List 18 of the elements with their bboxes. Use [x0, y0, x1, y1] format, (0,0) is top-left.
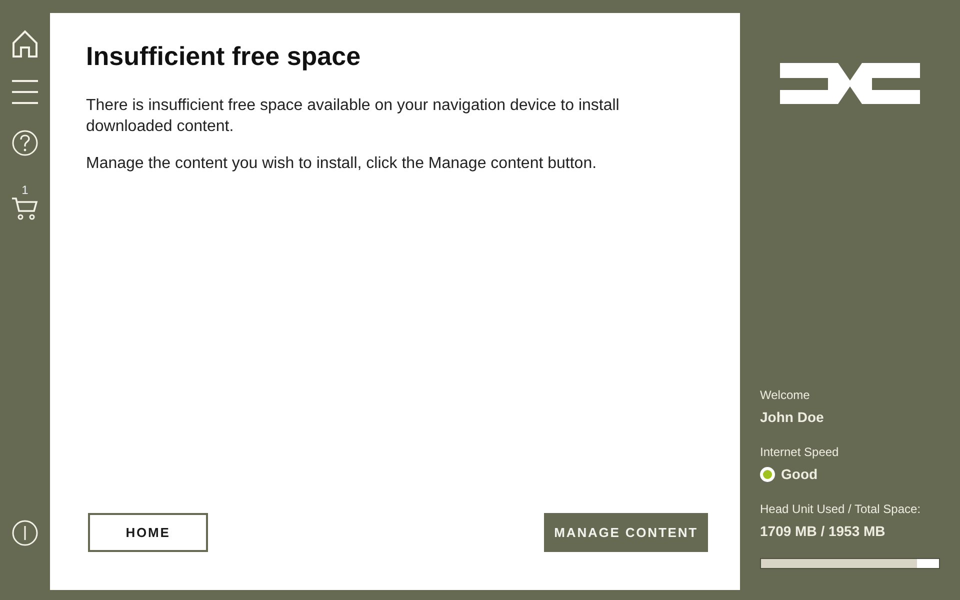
welcome-label: Welcome [760, 388, 811, 403]
user-name: John Doe [760, 408, 825, 426]
info-icon[interactable] [12, 520, 38, 546]
home-button[interactable]: HOME [88, 513, 208, 552]
cart-count-text: 1 [22, 184, 28, 196]
home-icon[interactable] [12, 30, 38, 58]
dialog-message: Manage the content you wish to install, click the Manage content button. [86, 154, 598, 174]
internet-speed-value: Good [781, 465, 818, 483]
internet-speed-label: Internet Speed [760, 445, 840, 460]
dialog-title: Insufficient free space [86, 41, 361, 71]
storage-reading: 1709 MB / 1953 MB [760, 522, 886, 540]
storage-label: Head Unit Used / Total Space: [760, 502, 922, 517]
help-icon[interactable] [12, 130, 38, 156]
cart-icon[interactable] [12, 197, 38, 220]
manage-content-button[interactable]: MANAGE CONTENT [544, 513, 708, 552]
dialog-message: There is insufficient free space available on your navigation device to install downloaded content. [86, 96, 620, 137]
logo-icon [780, 63, 920, 104]
menu-icon[interactable] [12, 80, 38, 104]
